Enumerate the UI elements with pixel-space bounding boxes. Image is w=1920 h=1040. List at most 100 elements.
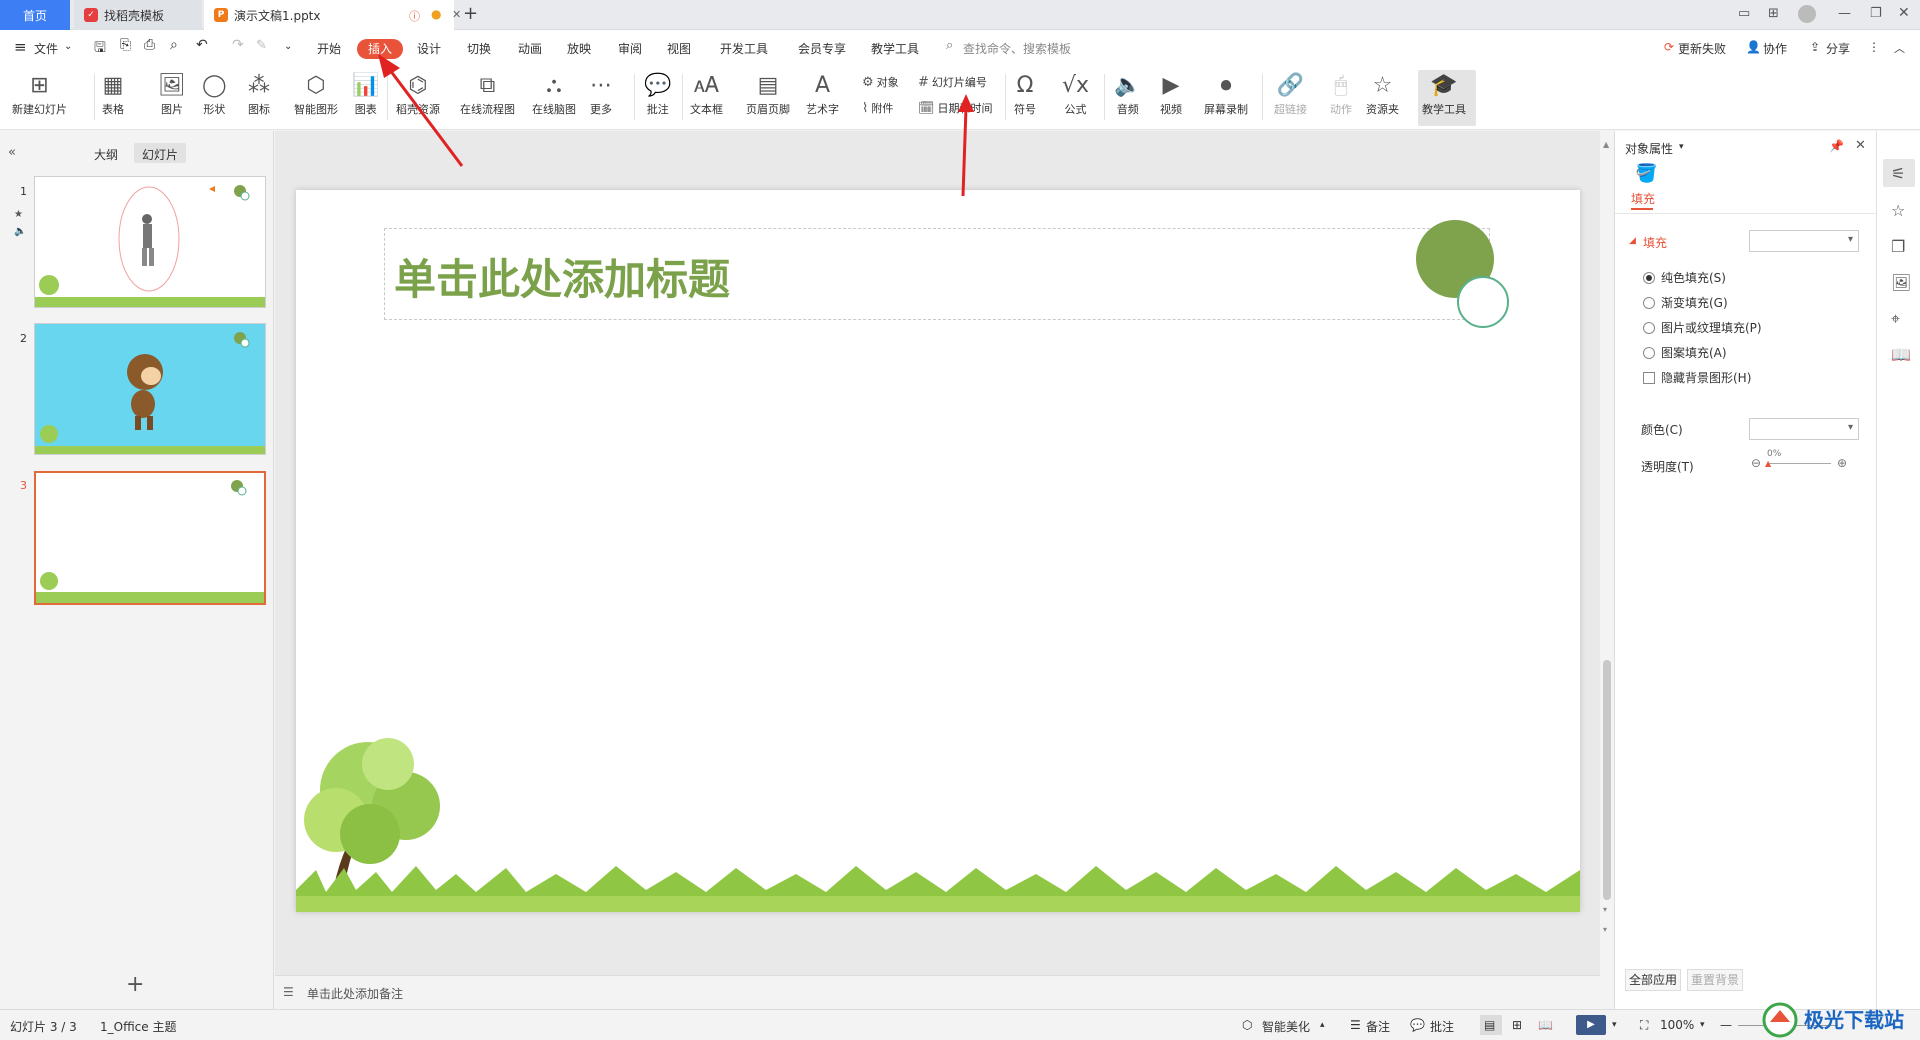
menu-animation[interactable]: 动画 [518,40,542,57]
book-icon[interactable]: 📖 [1891,345,1911,364]
zoom-dropdown-icon[interactable]: ▾ [1700,1020,1705,1030]
title-placeholder[interactable]: 单击此处添加标题 [394,246,730,307]
screen-record-button[interactable]: ⏺ 屏幕录制 [1204,70,1248,117]
slide-thumbnail-3[interactable] [34,471,266,605]
slider-handle[interactable]: ▲ [1765,459,1771,468]
color-select[interactable] [1749,418,1859,440]
notes-placeholder[interactable]: 单击此处添加备注 [307,985,403,1002]
play-dropdown-icon[interactable]: ▾ [1612,1020,1617,1030]
undo-icon[interactable]: ↶ [196,37,208,53]
panel-title-dropdown-icon[interactable]: ▾ [1679,142,1684,152]
pattern-fill-radio[interactable]: 图案填充(A) [1643,344,1727,361]
wordart-button[interactable]: A 艺术字 [806,70,839,117]
resource-folder-button[interactable]: ☆ 资源夹 [1366,70,1399,117]
tab-home[interactable]: 首页 [0,0,70,30]
redo-icon[interactable]: ↷ [232,37,244,53]
close-tab-icon[interactable]: ✕ [452,8,461,21]
table-button[interactable]: ▦ 表格 [102,70,124,117]
notes-bar[interactable]: ☰ 单击此处添加备注 [275,975,1600,1009]
close-panel-icon[interactable]: ✕ [1855,138,1866,153]
fill-bucket-icon[interactable]: 🪣 [1635,163,1657,184]
restore-icon[interactable]: ❐ [1870,6,1882,21]
save-icon[interactable]: 🖫 [94,37,106,61]
minimize-icon[interactable]: — [1838,6,1851,21]
slide-number-button[interactable]: # 幻灯片编号 [918,74,987,90]
pin-icon[interactable]: 📌 [1829,139,1844,153]
smart-beautify-button[interactable]: 智能美化 [1262,1018,1310,1035]
hamburger-icon[interactable]: ≡ [14,38,27,56]
sorter-view-icon[interactable]: ⊞ [1512,1018,1522,1032]
decrease-icon[interactable]: ⊖ [1751,456,1761,470]
tab-templates[interactable]: ✓ 找稻壳模板 [74,0,202,30]
reading-view-icon[interactable]: 📖 [1538,1018,1553,1032]
new-slide-button[interactable]: ⊞ 新建幻灯片 [12,70,67,117]
reset-background-button[interactable]: 重置背景 [1687,969,1743,991]
close-window-icon[interactable]: ✕ [1898,5,1910,21]
gradient-fill-radio[interactable]: 渐变填充(G) [1643,294,1728,311]
picture-tool-icon[interactable]: 🖼 [1891,273,1911,292]
action-button[interactable]: 🖱 动作 [1330,70,1352,117]
print-icon[interactable]: ⎙ [144,37,155,53]
symbol-button[interactable]: Ω 符号 [1014,70,1036,117]
more-button[interactable]: ⋯ 更多 [590,70,612,117]
scroll-up-icon[interactable]: ▲ [1603,140,1609,149]
hide-background-checkbox[interactable]: 隐藏背景图形(H) [1643,369,1751,386]
online-mindmap-button[interactable]: ⛬ 在线脑图 [532,70,576,117]
avatar[interactable] [1798,5,1816,23]
video-button[interactable]: ▶ 视频 [1160,70,1182,117]
section-collapse-icon[interactable]: ◢ [1629,236,1636,246]
location-icon[interactable]: ⌖ [1891,309,1900,329]
menu-view[interactable]: 视图 [667,40,691,57]
slide-thumbnail-2[interactable] [34,323,266,455]
tab-document[interactable]: P 演示文稿1.pptx ⓘ ● [204,0,454,30]
menu-file[interactable]: 文件 [34,40,58,57]
collapse-panel-icon[interactable]: « [8,145,16,160]
menu-teaching[interactable]: 教学工具 [871,40,919,57]
audio-button[interactable]: 🔈 音频 [1114,70,1141,117]
properties-icon[interactable]: ⚟ [1891,164,1905,183]
layout-icon[interactable]: ▭ [1738,6,1750,21]
scroll-next-page-icon[interactable]: ▾ [1603,925,1607,934]
export-icon[interactable]: ⎘ [120,37,131,53]
slide-thumbnail-1[interactable] [34,176,266,308]
animation-icon[interactable]: ☆ [1891,201,1905,220]
menu-review[interactable]: 审阅 [618,40,642,57]
menu-devtools[interactable]: 开发工具 [720,40,768,57]
notes-toggle[interactable]: 备注 [1366,1018,1390,1035]
increase-icon[interactable]: ⊕ [1837,456,1847,470]
grid-icon[interactable]: ⊞ [1768,6,1779,21]
more-options-icon[interactable]: ⋮ [1868,40,1880,54]
scrollbar-thumb[interactable] [1603,660,1611,900]
share-button[interactable]: 分享 [1826,40,1850,57]
preview-icon[interactable]: ⌕ [170,37,178,53]
hyperlink-button[interactable]: 🔗 超链接 [1274,70,1307,117]
slides-tool-icon[interactable]: ❐ [1891,237,1905,256]
scroll-prev-page-icon[interactable]: ▾ [1603,905,1607,914]
play-slideshow-button[interactable]: ▶ [1576,1015,1606,1035]
shape-button[interactable]: ◯ 形状 [202,70,227,117]
picture-button[interactable]: 🖼 图片 [158,70,186,117]
menu-member[interactable]: 会员专享 [798,40,846,57]
tab-slides[interactable]: 幻灯片 [142,146,178,163]
formula-button[interactable]: √x 公式 [1062,70,1089,117]
tab-outline[interactable]: 大纲 [94,146,118,163]
comments-toggle[interactable]: 批注 [1430,1018,1454,1035]
collab-button[interactable]: 协作 [1763,40,1787,57]
picture-fill-radio[interactable]: 图片或纹理填充(P) [1643,319,1762,336]
menu-slideshow[interactable]: 放映 [567,40,591,57]
new-tab-icon[interactable]: + [463,3,478,24]
transparency-slider[interactable] [1767,463,1831,464]
solid-fill-radio[interactable]: 纯色填充(S) [1643,269,1726,286]
normal-view-icon[interactable]: ▤ [1484,1018,1495,1032]
slide-canvas[interactable]: 单击此处添加标题 [296,190,1580,912]
format-painter-icon[interactable]: ✎ [256,38,267,53]
theme-name[interactable]: 1_Office 主题 [100,1018,176,1035]
tab-fill[interactable]: 填充 [1631,190,1655,207]
quick-access-dropdown-icon[interactable]: ⌄ [284,41,292,52]
zoom-level[interactable]: 100% [1660,1018,1694,1032]
comment-button[interactable]: 💬 批注 [644,70,671,117]
fit-window-icon[interactable]: ⛶ [1640,1018,1648,1033]
fill-type-select[interactable] [1749,230,1859,252]
add-slide-icon[interactable]: + [126,972,144,997]
icon-button[interactable]: ⁂ 图标 [248,70,270,117]
